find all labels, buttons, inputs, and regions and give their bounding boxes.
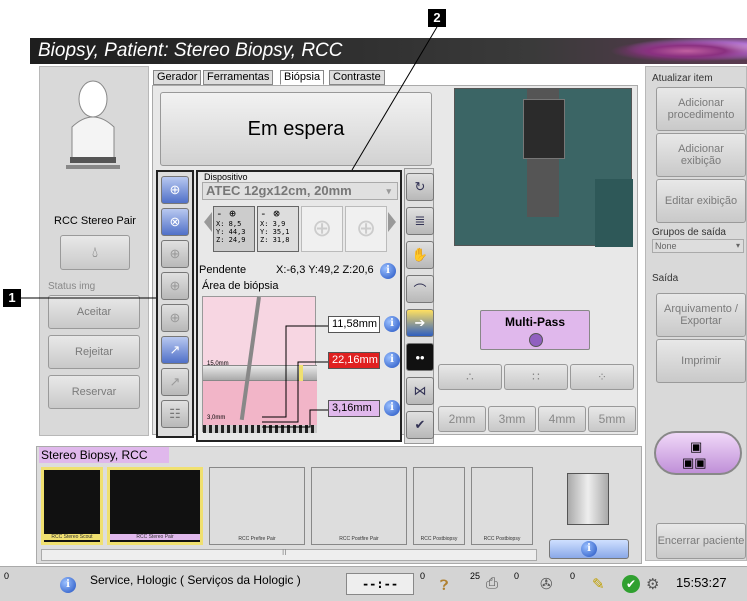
status-count-left: 0 [4,571,10,581]
ok-status-icon[interactable]: ✔ [622,575,640,593]
service-text: Service, Hologic ( Serviços da Hologic ) [90,573,301,587]
network-icon[interactable]: ✇ [540,575,553,593]
status-count-3: 0 [514,571,520,581]
status-bar: 0 i Service, Hologic ( Serviços da Holog… [0,566,747,601]
info-icon[interactable]: i [60,577,76,593]
status-count-2: 25 [470,571,481,581]
printer-icon[interactable]: ⎙ [486,575,498,592]
timer-display: --:-- [346,573,414,595]
note-icon[interactable]: ✎ [592,575,605,593]
system-icon[interactable]: ⚙ [646,575,659,593]
help-icon[interactable]: ❓︎ [440,577,448,594]
callout-leader-lines [21,26,438,299]
status-count-4: 0 [570,571,576,581]
clock-display: 15:53:27 [676,575,727,590]
status-count-1: 0 [420,571,426,581]
